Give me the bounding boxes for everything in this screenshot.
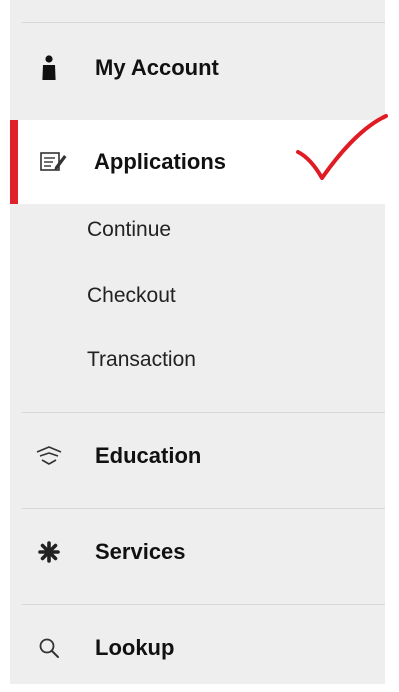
person-icon xyxy=(35,54,63,82)
nav-label-my-account: My Account xyxy=(95,55,219,80)
active-indicator xyxy=(10,120,18,204)
search-icon xyxy=(35,634,63,662)
nav-item-education[interactable]: Education xyxy=(10,434,385,478)
divider xyxy=(22,508,385,509)
nav-item-my-account[interactable]: My Account xyxy=(10,44,385,92)
side-navigation xyxy=(10,0,385,684)
sub-item-transaction[interactable]: Transaction xyxy=(87,348,196,372)
asterisk-icon xyxy=(35,538,63,566)
nav-label-education: Education xyxy=(95,443,202,468)
divider xyxy=(22,412,385,413)
divider xyxy=(22,22,385,23)
sub-item-continue[interactable]: Continue xyxy=(87,218,171,242)
sub-item-checkout[interactable]: Checkout xyxy=(87,284,176,308)
nav-label-services: Services xyxy=(95,539,186,564)
nav-item-lookup[interactable]: Lookup xyxy=(10,626,385,670)
nav-label-lookup: Lookup xyxy=(95,635,175,660)
graduation-cap-icon xyxy=(35,442,63,470)
divider xyxy=(22,604,385,605)
nav-item-applications[interactable]: Applications xyxy=(10,120,385,204)
nav-item-services[interactable]: Services xyxy=(10,530,385,574)
form-edit-icon xyxy=(40,148,68,176)
nav-label-applications: Applications xyxy=(94,149,227,174)
